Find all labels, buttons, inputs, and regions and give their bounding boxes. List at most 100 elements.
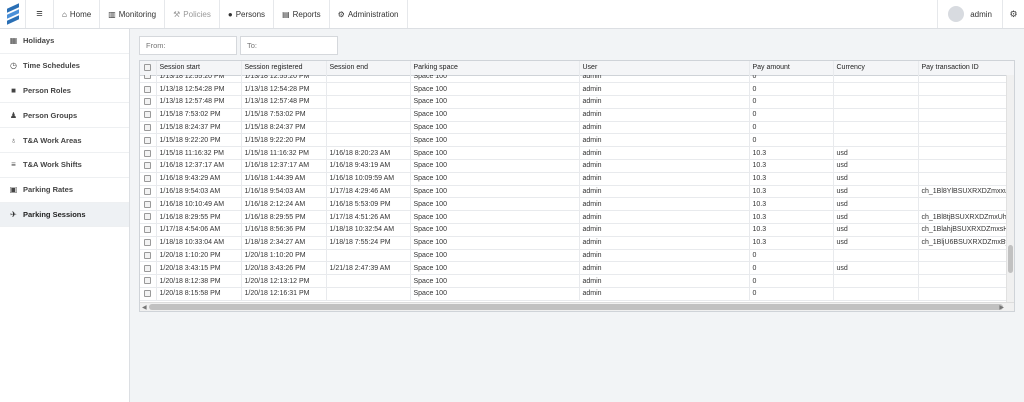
table-row[interactable]: 1/13/18 12:54:28 PM 1/13/18 12:54:28 PM Sp…	[140, 82, 1014, 97]
scroll-left-icon[interactable]: ◀	[142, 304, 147, 311]
scroll-right-icon[interactable]: ▶	[999, 304, 1004, 311]
nav-item-persons[interactable]: ● Persons	[220, 0, 275, 28]
column-header[interactable]: Pay transaction ID	[918, 61, 1014, 76]
select-all-checkbox[interactable]	[140, 61, 157, 76]
table-row[interactable]: 1/13/18 12:57:48 PM 1/13/18 12:57:48 PM Sp…	[140, 95, 1014, 109]
vertical-scrollbar[interactable]	[1006, 75, 1014, 304]
sidebar-item-person-groups[interactable]: ♟ Person Groups	[0, 103, 129, 129]
nav-item-reports[interactable]: ▤ Reports	[274, 0, 330, 28]
table-cell: admin	[579, 274, 750, 289]
from-date-input[interactable]	[139, 36, 237, 55]
table-cell: Space 100	[410, 108, 580, 122]
row-checkbox[interactable]	[140, 159, 157, 173]
table-cell: 0	[749, 108, 834, 122]
column-header[interactable]: User	[579, 61, 750, 76]
column-header[interactable]: Session start	[156, 61, 242, 76]
table-row[interactable]: 1/15/18 8:24:37 PM 1/15/18 8:24:37 PM Spac…	[140, 121, 1014, 135]
table-row[interactable]: 1/16/18 9:54:03 AM 1/16/18 9:54:03 AM 1/17…	[140, 185, 1014, 199]
row-checkbox[interactable]	[140, 210, 157, 225]
checkbox-icon	[144, 226, 152, 234]
table-row[interactable]: 1/18/18 10:33:04 AM 1/18/18 2:34:27 AM 1/1…	[140, 236, 1014, 250]
menu-toggle-button[interactable]: ≡	[26, 0, 54, 28]
column-header[interactable]: Pay amount	[749, 61, 834, 76]
row-checkbox[interactable]	[140, 197, 157, 212]
table-row[interactable]: 1/16/18 8:29:55 PM 1/16/18 8:29:55 PM 1/17…	[140, 210, 1014, 225]
sidebar-item-t-a-work-shifts[interactable]: ≡ T&A Work Shifts	[0, 153, 129, 178]
table-row[interactable]: 1/15/18 11:16:32 PM 1/15/18 11:16:32 PM 1/…	[140, 146, 1014, 161]
user-name: admin	[970, 9, 992, 19]
row-checkbox[interactable]	[140, 236, 157, 250]
table-row[interactable]: 1/20/18 3:43:15 PM 1/20/18 3:43:26 PM 1/21…	[140, 261, 1014, 276]
row-checkbox[interactable]	[140, 249, 157, 263]
row-checkbox[interactable]	[140, 287, 157, 301]
sidebar-item-parking-rates[interactable]: ▣ Parking Rates	[0, 178, 129, 203]
nav-item-monitoring[interactable]: ▥ Monitoring	[100, 0, 166, 28]
table-row[interactable]: 1/16/18 10:10:49 AM 1/16/18 2:12:24 AM 1/1…	[140, 197, 1014, 212]
table-cell	[918, 261, 1014, 276]
settings-button[interactable]: ⚙	[1002, 0, 1024, 28]
sidebar-item-holidays[interactable]: ▦ Holidays	[0, 29, 129, 54]
column-header[interactable]: Session registered	[241, 61, 327, 76]
table-cell: ch_1BljU6BSUXRXDZmxBy	[918, 236, 1014, 250]
briefcase-icon: ■	[11, 85, 16, 95]
to-date-input[interactable]	[240, 36, 338, 55]
table-cell	[326, 287, 411, 301]
table-row[interactable]: 1/20/18 1:10:20 PM 1/20/18 1:10:20 PM Spac…	[140, 249, 1014, 263]
table-row[interactable]: 1/15/18 7:53:02 PM 1/15/18 7:53:02 PM Spac…	[140, 108, 1014, 122]
checkbox-icon	[144, 251, 152, 259]
table-row[interactable]: 1/20/18 8:12:38 PM 1/20/18 12:13:12 PM Spa…	[140, 274, 1014, 289]
row-checkbox[interactable]	[140, 121, 157, 135]
sidebar: ▦ Holidays ◷ Time Schedules ■ Person Roles ♟ Pe…	[0, 29, 130, 402]
vertical-scroll-thumb[interactable]	[1008, 245, 1013, 273]
table-row[interactable]: 1/16/18 9:43:29 AM 1/16/18 1:44:39 AM 1/16…	[140, 172, 1014, 186]
table-cell: 1/18/18 2:34:27 AM	[241, 236, 327, 250]
table-cell: 1/20/18 1:10:20 PM	[241, 249, 327, 263]
column-header[interactable]: Parking space	[410, 61, 580, 76]
clock-icon: ◷	[10, 61, 17, 71]
column-header[interactable]: Currency	[833, 61, 919, 76]
table-cell: admin	[579, 236, 750, 250]
sidebar-item-person-roles[interactable]: ■ Person Roles	[0, 79, 129, 104]
row-checkbox[interactable]	[140, 95, 157, 109]
table-row[interactable]: 1/20/18 8:15:58 PM 1/20/18 12:16:31 PM Spa…	[140, 287, 1014, 301]
table-cell: admin	[579, 82, 750, 97]
row-checkbox[interactable]	[140, 146, 157, 161]
cogs-icon: ⚙	[1009, 8, 1018, 19]
sidebar-item-parking-sessions[interactable]: ✈ Parking Sessions	[0, 202, 129, 228]
nav-item-administration[interactable]: ⚙ Administration	[330, 0, 408, 28]
row-checkbox[interactable]	[140, 133, 157, 148]
table-cell: 1/20/18 12:16:31 PM	[241, 287, 327, 301]
sidebar-item-time-schedules[interactable]: ◷ Time Schedules	[0, 54, 129, 79]
row-checkbox[interactable]	[140, 75, 157, 84]
row-checkbox[interactable]	[140, 82, 157, 97]
table-cell: 1/13/18 12:54:28 PM	[156, 82, 242, 97]
parking-sessions-grid: Session start Session registered Session e…	[139, 60, 1015, 312]
users-icon: ♟	[9, 110, 18, 120]
row-checkbox[interactable]	[140, 185, 157, 199]
sidebar-item-t-a-work-areas[interactable]: ♁ T&A Work Areas	[0, 128, 129, 153]
table-row[interactable]: 1/13/18 12:55:20 PM 1/13/18 12:55:20 PM Sp…	[140, 75, 1014, 84]
row-checkbox[interactable]	[140, 274, 157, 289]
horizontal-scroll-thumb[interactable]	[149, 304, 1003, 310]
app-logo[interactable]	[0, 0, 26, 28]
table-row[interactable]: 1/16/18 12:37:17 AM 1/16/18 12:37:17 AM 1/…	[140, 159, 1014, 173]
table-row[interactable]: 1/15/18 9:22:20 PM 1/15/18 9:22:20 PM Spac…	[140, 133, 1014, 148]
row-checkbox[interactable]	[140, 172, 157, 186]
table-cell: 0	[749, 287, 834, 301]
horizontal-scrollbar[interactable]: ◀ ▶	[140, 302, 1014, 311]
table-cell	[326, 133, 411, 148]
column-header[interactable]: Session end	[326, 61, 411, 76]
nav-item-policies[interactable]: ⚒ Policies	[165, 0, 220, 28]
row-checkbox[interactable]	[140, 261, 157, 276]
table-cell: Space 100	[410, 159, 580, 173]
table-cell: 1/15/18 8:24:37 PM	[241, 121, 327, 135]
checkbox-icon	[144, 175, 152, 183]
nav-item-label: Persons	[235, 9, 266, 19]
nav-item-home[interactable]: ⌂ Home	[54, 0, 101, 28]
row-checkbox[interactable]	[140, 108, 157, 122]
user-menu[interactable]: admin	[937, 0, 1002, 28]
row-checkbox[interactable]	[140, 223, 157, 237]
table-cell	[918, 274, 1014, 289]
checkbox-icon	[144, 123, 152, 131]
table-row[interactable]: 1/17/18 4:54:06 AM 1/16/18 8:56:36 PM 1/18…	[140, 223, 1014, 237]
